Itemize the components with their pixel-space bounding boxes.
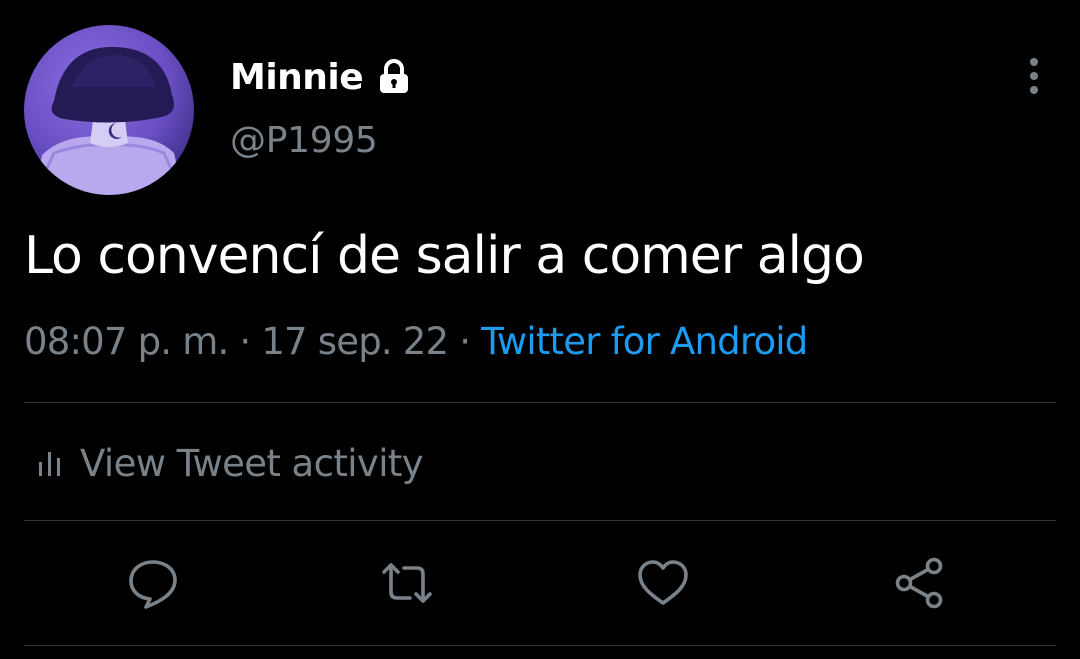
tweet-detail: Minnie @P1995 Lo convencí de salir a com… — [0, 0, 1080, 659]
tweet-source-link[interactable]: Twitter for Android — [481, 320, 808, 363]
more-options-icon[interactable] — [1016, 56, 1052, 96]
avatar[interactable] — [24, 25, 194, 195]
divider — [24, 402, 1056, 403]
lock-icon — [377, 59, 411, 95]
divider — [24, 645, 1056, 646]
retweet-button[interactable] — [380, 556, 434, 610]
tweet-text: Lo convencí de salir a comer algo — [24, 226, 865, 286]
view-tweet-activity-label: View Tweet activity — [80, 441, 424, 485]
bar-chart-icon — [36, 448, 64, 478]
retweet-icon — [382, 563, 432, 603]
user-name-row: Minnie — [230, 52, 411, 102]
reply-icon — [129, 560, 177, 609]
tweet-meta: 08:07 p. m. · 17 sep. 22 · Twitter for A… — [24, 320, 808, 363]
meta-separator: · — [239, 320, 262, 363]
user-handle[interactable]: @P1995 — [230, 120, 378, 161]
display-name[interactable]: Minnie — [230, 57, 364, 98]
reply-button[interactable] — [126, 556, 180, 610]
avatar-image — [24, 25, 194, 195]
tweet-date: 17 sep. 22 — [261, 320, 449, 363]
view-tweet-activity-button[interactable]: View Tweet activity — [36, 436, 424, 490]
like-button[interactable] — [636, 556, 690, 610]
like-icon — [638, 560, 688, 605]
meta-separator: · — [459, 320, 482, 363]
divider — [24, 520, 1056, 521]
share-icon — [895, 557, 943, 609]
tweet-time: 08:07 p. m. — [24, 320, 229, 363]
share-button[interactable] — [892, 556, 946, 610]
